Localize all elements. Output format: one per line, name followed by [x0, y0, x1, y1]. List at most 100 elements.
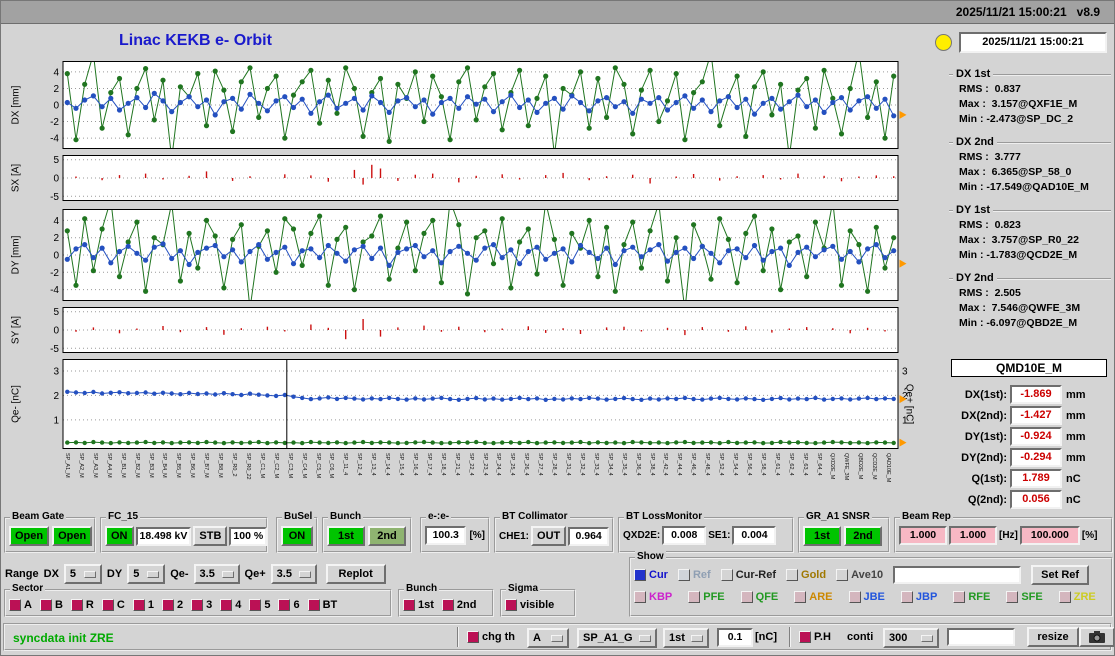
x-tick-label: SP_R0_22 — [244, 453, 251, 480]
svg-text:5: 5 — [53, 307, 59, 318]
set-ref-button[interactable]: Set Ref — [1031, 565, 1090, 585]
app-window: 2025/11/21 15:00:21 v8.9 Linac KEKB e- O… — [0, 0, 1115, 656]
show-checkbox-PFE[interactable]: PFE — [688, 591, 725, 603]
x-tick-label: SP_B6_M — [189, 453, 196, 478]
svg-text:-2: -2 — [50, 268, 59, 279]
show-checkbox-ARE[interactable]: ARE — [794, 591, 833, 603]
che1-value-display: 0.964 — [568, 526, 609, 546]
x-tick-label: SP_42_4 — [662, 453, 669, 476]
x-tick-label: SP_27_4 — [537, 453, 544, 476]
range-dx-select[interactable]: 5 — [63, 564, 102, 584]
titlebar-version: v8.9 — [1076, 5, 1100, 19]
thr-device-select[interactable]: SP_A1_G — [577, 628, 657, 648]
sector-checkbox-3[interactable]: 3 — [191, 599, 212, 611]
show-checkbox-KBP[interactable]: KBP — [634, 591, 672, 603]
x-tick-label: SP_31_4 — [565, 453, 571, 476]
show-checkbox-JBP[interactable]: JBP — [900, 591, 937, 603]
bunch-checkbox-2nd[interactable]: 2nd — [441, 599, 476, 611]
busel-on-button[interactable]: ON — [281, 526, 313, 546]
range-qe-plus-select[interactable]: 3.5 — [270, 564, 317, 584]
svg-text:4: 4 — [53, 67, 59, 78]
range-qe-minus-select[interactable]: 3.5 — [193, 564, 240, 584]
fc15-stb-button[interactable]: STB — [193, 526, 228, 546]
qxd2e-label: QXD2E: — [623, 530, 661, 541]
show-checkbox-QFE[interactable]: QFE — [740, 591, 778, 603]
qmd-value-0: -1.869 — [1010, 385, 1062, 404]
threshold-input[interactable]: 0.1 — [717, 628, 753, 647]
show-checkbox-Gold[interactable]: Gold — [786, 569, 826, 581]
x-tick-label: QCD2E_M — [871, 453, 878, 480]
beam-gate-open-1-button[interactable]: Open — [9, 526, 50, 546]
x-tick-label: SP_26_4 — [523, 453, 530, 476]
show-checkbox-Cur[interactable]: Cur — [634, 569, 668, 581]
x-tick-label: SP_36_4 — [634, 453, 641, 476]
bunch-checkbox-1st[interactable]: 1st — [403, 599, 434, 611]
fc15-percent-display: 100 % — [229, 526, 268, 546]
svg-text:0: 0 — [53, 101, 59, 112]
sector-checkbox-A[interactable]: A — [9, 599, 32, 611]
x-tick-label: SP_18_4 — [439, 453, 446, 476]
x-tick-label: SP_44_4 — [676, 453, 683, 476]
titlebar-datetime: 2025/11/21 15:00:21 — [955, 5, 1067, 19]
gr-a1-1st-button[interactable]: 1st — [803, 526, 841, 546]
bunch-1st-button[interactable]: 1st — [327, 526, 365, 546]
x-tick-label: SP_B1_M — [119, 453, 126, 478]
show-checkbox-SFE[interactable]: SFE — [1006, 591, 1043, 603]
che1-out-button[interactable]: OUT — [531, 526, 567, 546]
sector-checkbox-B[interactable]: B — [39, 599, 63, 611]
sector-checkbox-2[interactable]: 2 — [161, 599, 183, 611]
show-checkbox-ZRE[interactable]: ZRE — [1058, 591, 1096, 603]
sector-checkbox-1[interactable]: 1 — [132, 599, 154, 611]
sector-group: Sector A B R C 1 2 3 4 5 6 BT — [4, 583, 392, 617]
resize-button[interactable]: resize — [1027, 627, 1079, 647]
x-tick-label: SP_64_4 — [815, 453, 822, 476]
ref-input[interactable] — [893, 566, 1022, 584]
timestamp-display: 2025/11/21 15:00:21 — [959, 32, 1107, 53]
bt-lossmonitor-group: BT LossMonitor QXD2E: 0.008 SE1: 0.004 — [618, 511, 794, 553]
beam-gate-open-2-button[interactable]: Open — [52, 526, 93, 546]
svg-text:0: 0 — [53, 326, 59, 337]
x-axis-labels: SP_A1_M SP_A2_M SP_A3_M SP_A4_M SP_B1_M SP_B2… — [63, 451, 898, 513]
qmd-row-5: Q(2nd): 0.056 nC — [949, 489, 1113, 510]
x-tick-label: SP_C1_M — [258, 453, 265, 479]
show-checkbox-Ave10[interactable]: Ave10 — [836, 569, 883, 581]
show-checkbox-Cur-Ref[interactable]: Cur-Ref — [720, 569, 776, 581]
status-text-input[interactable] — [947, 628, 1015, 646]
ee-ratio-display: 100.3 — [425, 526, 467, 545]
chg-th-checkbox[interactable]: chg th — [467, 631, 515, 643]
thr-device-a-select[interactable]: A — [527, 628, 569, 648]
svg-text:5: 5 — [53, 155, 59, 166]
repeat-count-select[interactable]: 300 — [883, 628, 939, 648]
plot-sy: SY [A] 5 0 -5 — [1, 307, 919, 353]
plot-dx: DX [mm] 4 2 0 -2 -4 — [1, 61, 919, 149]
show-checkbox-JBE[interactable]: JBE — [848, 591, 885, 603]
sx-axis-label: SX [A] — [10, 163, 22, 193]
qe-minus-axis-label: Qe- [nC] — [10, 385, 22, 423]
sector-checkbox-6[interactable]: 6 — [278, 599, 300, 611]
replot-button[interactable]: Replot — [325, 564, 386, 584]
x-tick-label: SP_52_4 — [718, 453, 724, 476]
bunch-2nd-button[interactable]: 2nd — [368, 526, 406, 546]
sector-checkbox-5[interactable]: 5 — [249, 599, 270, 611]
x-tick-label: SP_25_4 — [509, 453, 516, 476]
show-checkbox-RFE[interactable]: RFE — [953, 591, 990, 603]
page-title: Linac KEKB e- Orbit — [119, 32, 272, 49]
snapshot-button[interactable] — [1079, 627, 1114, 647]
x-tick-label: SP_48_4 — [704, 453, 711, 476]
sector-checkbox-R[interactable]: R — [70, 599, 94, 611]
range-dy-select[interactable]: 5 — [127, 564, 166, 584]
show-checkbox-Ref[interactable]: Ref — [677, 569, 711, 581]
fc15-on-button[interactable]: ON — [105, 526, 134, 546]
sector-checkbox-BT[interactable]: BT — [307, 599, 337, 611]
threshold-unit: [nC] — [755, 631, 777, 643]
sigma-visible-checkbox[interactable]: visible — [505, 599, 554, 611]
sector-checkbox-C[interactable]: C — [101, 599, 125, 611]
gr-a1-2nd-button[interactable]: 2nd — [844, 526, 882, 546]
bunch-items: 1st 2nd — [400, 591, 492, 611]
x-tick-label: SP_14_4 — [384, 453, 390, 476]
sector-checkbox-4[interactable]: 4 — [220, 599, 241, 611]
thr-bunch-select[interactable]: 1st — [663, 628, 709, 648]
ph-checkbox[interactable]: P.H — [799, 631, 831, 643]
svg-text:3: 3 — [902, 367, 908, 378]
qmd-row-0: DX(1st): -1.869 mm — [949, 384, 1113, 405]
